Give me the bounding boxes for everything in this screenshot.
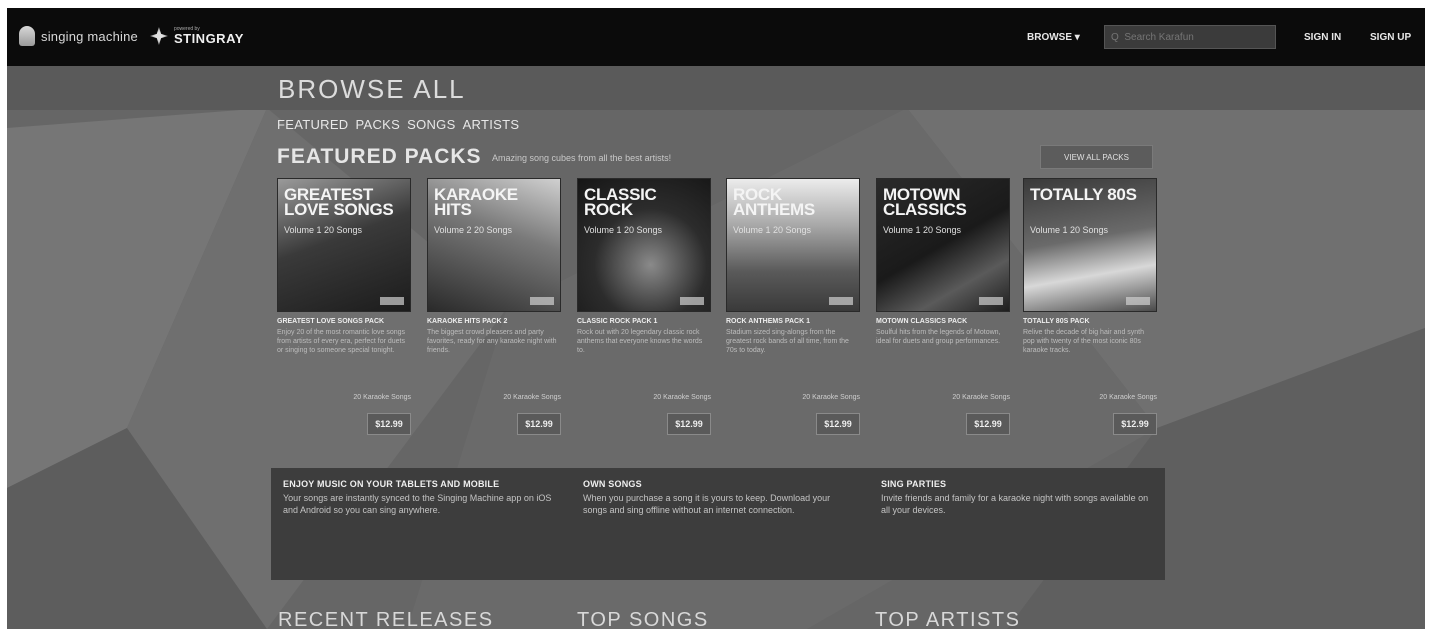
pack-name[interactable]: KARAOKE HITS PACK 2 [427, 318, 561, 325]
brand-logo[interactable]: singing machine powered by STINGRAY [19, 26, 244, 46]
pack-description: Soulful hits from the legends of Motown,… [876, 329, 1001, 345]
pack-description: Relive the decade of big hair and synth … [1023, 329, 1145, 354]
pack-card[interactable]: Motown Classics Volume 1 20 Songs MOTOWN… [876, 178, 1010, 443]
top-songs-heading: TOP SONGS [577, 609, 709, 629]
stingray-star-icon [149, 27, 168, 45]
pack-cover[interactable]: Motown Classics Volume 1 20 Songs [876, 178, 1010, 312]
pack-card[interactable]: Greatest Love Songs Volume 1 20 Songs GR… [277, 178, 411, 443]
pack-card[interactable]: Classic Rock Volume 1 20 Songs CLASSIC R… [577, 178, 711, 443]
pack-cover[interactable]: Greatest Love Songs Volume 1 20 Songs [277, 178, 411, 312]
cover-logo [1126, 297, 1150, 305]
tab-songs[interactable]: SONGS [407, 117, 455, 132]
info-text: Invite friends and family for a karaoke … [881, 493, 1149, 515]
cover-subtitle: Volume 1 20 Songs [733, 225, 812, 235]
pack-name[interactable]: TOTALLY 80S PACK [1023, 318, 1157, 325]
cover-logo [680, 297, 704, 305]
cover-subtitle: Volume 1 20 Songs [883, 225, 962, 235]
partner-name: STINGRAY [173, 31, 244, 46]
partner-logo: powered by STINGRAY [173, 27, 244, 46]
cover-title: Totally 80s [1030, 185, 1137, 204]
pack-song-count: 20 Karaoke Songs [503, 394, 561, 401]
pack-song-count: 20 Karaoke Songs [802, 394, 860, 401]
pack-description: Rock out with 20 legendary classic rock … [577, 329, 703, 354]
price-button[interactable]: $12.99 [966, 413, 1010, 435]
info-column: SING PARTIES Invite friends and family f… [881, 478, 1151, 516]
cover-subtitle: Volume 1 20 Songs [584, 225, 663, 235]
pack-cover[interactable]: Totally 80s Volume 1 20 Songs [1023, 178, 1157, 312]
featured-packs-heading: FEATURED PACKS [277, 145, 482, 168]
browse-tabs: FEATURED PACKS SONGS ARTISTS [277, 117, 519, 132]
pack-name[interactable]: MOTOWN CLASSICS PACK [876, 318, 1010, 325]
pack-name[interactable]: CLASSIC ROCK PACK 1 [577, 318, 711, 325]
view-all-packs-button[interactable]: VIEW ALL PACKS [1040, 145, 1153, 169]
pack-card[interactable]: Totally 80s Volume 1 20 Songs TOTALLY 80… [1023, 178, 1157, 443]
info-column: ENJOY MUSIC ON YOUR TABLETS AND MOBILE Y… [283, 478, 553, 516]
microphone-icon [19, 26, 35, 46]
pack-card[interactable]: Rock Anthems Volume 1 20 Songs ROCK ANTH… [726, 178, 860, 443]
title-band [7, 66, 1425, 110]
sign-in-link[interactable]: SIGN IN [1304, 32, 1341, 43]
cover-subtitle: Volume 1 20 Songs [1030, 225, 1109, 235]
pack-description: The biggest crowd pleasers and party fav… [427, 329, 557, 354]
features-info-panel: ENJOY MUSIC ON YOUR TABLETS AND MOBILE Y… [271, 468, 1165, 580]
info-heading: SING PARTIES [881, 479, 947, 489]
info-column: OWN SONGS When you purchase a song it is… [583, 478, 853, 516]
cover-title: Classic Rock [584, 185, 657, 219]
cover-subtitle: Volume 2 20 Songs [434, 225, 513, 235]
tab-featured[interactable]: FEATURED [277, 117, 349, 132]
cover-title: Motown Classics [883, 185, 967, 219]
search-box[interactable] [1104, 25, 1276, 49]
browser-viewport: singing machine powered by STINGRAY BROW… [7, 8, 1425, 629]
pack-name[interactable]: ROCK ANTHEMS PACK 1 [726, 318, 860, 325]
pack-description: Enjoy 20 of the most romantic love songs… [277, 329, 406, 354]
cover-title: Karaoke Hits [434, 185, 518, 219]
info-heading: ENJOY MUSIC ON YOUR TABLETS AND MOBILE [283, 479, 500, 489]
recent-releases-heading: RECENT RELEASES [278, 609, 494, 629]
info-text: When you purchase a song it is yours to … [583, 493, 831, 515]
cover-subtitle: Volume 1 20 Songs [284, 225, 363, 235]
page-title: BROWSE ALL [278, 74, 466, 104]
pack-song-count: 20 Karaoke Songs [653, 394, 711, 401]
top-navigation-bar: singing machine powered by STINGRAY BROW… [7, 8, 1425, 66]
pack-song-count: 20 Karaoke Songs [353, 394, 411, 401]
info-text: Your songs are instantly synced to the S… [283, 493, 552, 515]
cover-logo [979, 297, 1003, 305]
cover-logo [829, 297, 853, 305]
price-button[interactable]: $12.99 [367, 413, 411, 435]
price-button[interactable]: $12.99 [517, 413, 561, 435]
tab-packs[interactable]: PACKS [356, 117, 401, 132]
pack-cover[interactable]: Classic Rock Volume 1 20 Songs [577, 178, 711, 312]
pack-cover[interactable]: Rock Anthems Volume 1 20 Songs [726, 178, 860, 312]
pack-name[interactable]: GREATEST LOVE SONGS PACK [277, 318, 411, 325]
pack-song-count: 20 Karaoke Songs [952, 394, 1010, 401]
cover-logo [380, 297, 404, 305]
price-button[interactable]: $12.99 [667, 413, 711, 435]
info-heading: OWN SONGS [583, 479, 642, 489]
cover-title: Rock Anthems [733, 185, 815, 219]
pack-song-count: 20 Karaoke Songs [1099, 394, 1157, 401]
cover-title: Greatest Love Songs [284, 185, 394, 219]
price-button[interactable]: $12.99 [1113, 413, 1157, 435]
price-button[interactable]: $12.99 [816, 413, 860, 435]
browse-menu[interactable]: BROWSE ▾ [1027, 32, 1080, 43]
sign-up-link[interactable]: SIGN UP [1370, 32, 1411, 43]
top-artists-heading: TOP ARTISTS [875, 609, 1021, 629]
cover-logo [530, 297, 554, 305]
pack-cover[interactable]: Karaoke Hits Volume 2 20 Songs [427, 178, 561, 312]
tab-artists[interactable]: ARTISTS [463, 117, 520, 132]
brand-name: singing machine [41, 28, 138, 44]
search-input[interactable] [1111, 31, 1251, 43]
pack-card[interactable]: Karaoke Hits Volume 2 20 Songs KARAOKE H… [427, 178, 561, 443]
featured-packs-subtitle: Amazing song cubes from all the best art… [492, 153, 672, 163]
pack-description: Stadium sized sing-alongs from the great… [726, 329, 849, 354]
